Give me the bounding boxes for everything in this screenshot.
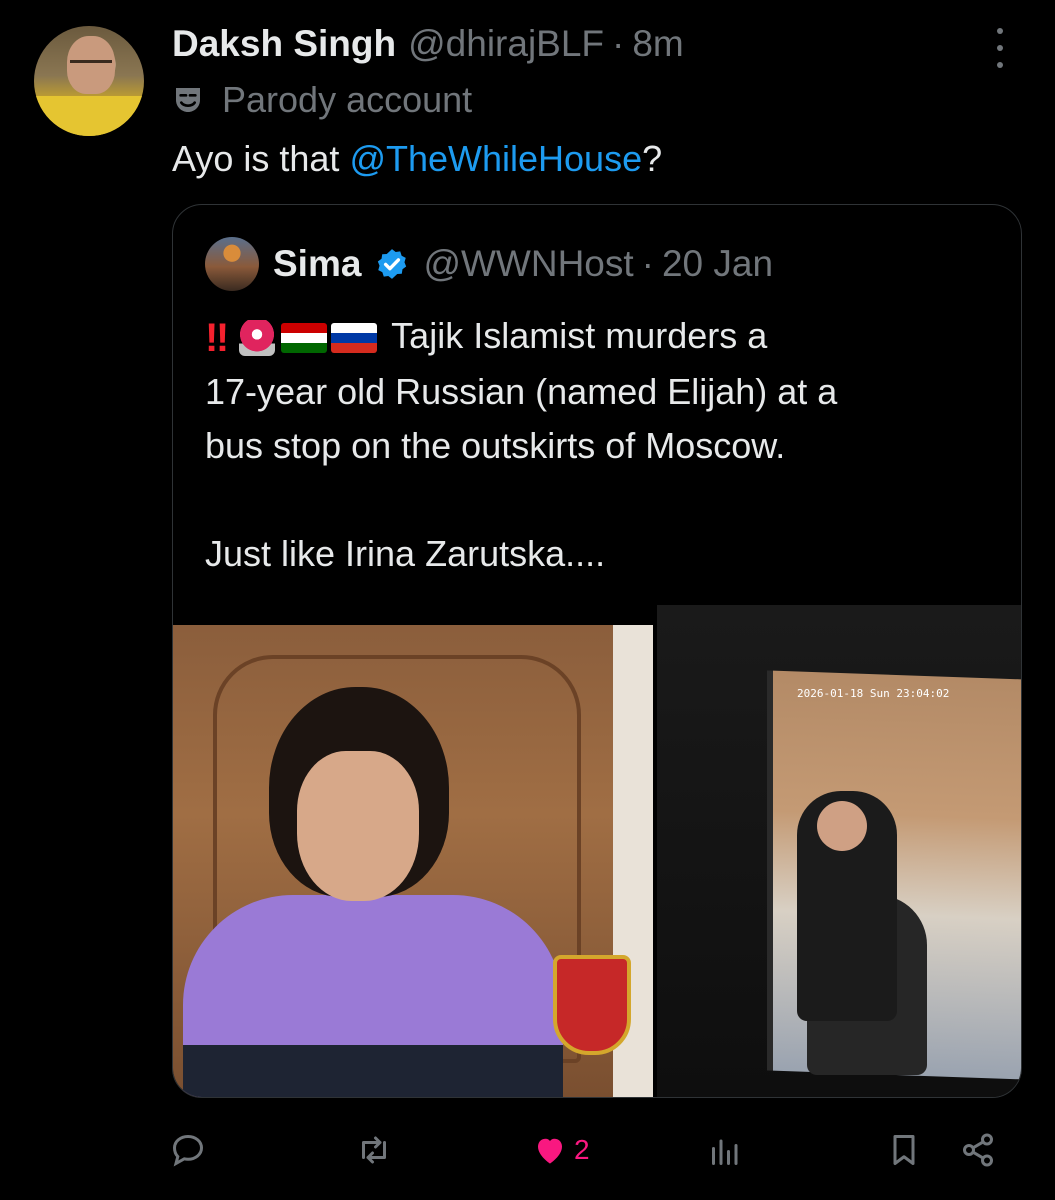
quoted-header: Sima @WWNHost · 20 Jan [273,239,773,289]
reply-icon [172,1134,204,1167]
quoted-text: ‼ Tajik Islamist murders a 17-year old R… [205,309,995,581]
verified-badge-icon [378,249,407,279]
emoji-group: ‼ [205,311,381,365]
share-button[interactable] [960,1128,996,1172]
quoted-tweet[interactable]: Sima @WWNHost · 20 Jan ‼ Tajik Islamist … [172,204,1022,1098]
bookmark-icon [893,1135,915,1165]
avatar-glasses [70,60,112,71]
like-button[interactable]: 2 [532,1128,590,1172]
quoted-line-1-text: Tajik Islamist murders a [391,315,768,356]
quoted-separator: · [641,243,654,284]
cctv-timestamp: 2026-01-18 Sun 23:04:02 [797,687,950,700]
heart-icon [538,1138,562,1164]
author-name[interactable]: Daksh Singh [172,23,396,65]
separator-dot: · [612,23,625,64]
avatar[interactable] [34,26,144,136]
reply-button[interactable] [170,1128,206,1172]
share-icon [963,1133,993,1167]
author-handle[interactable]: @dhirajBLF [408,23,604,65]
mention-link[interactable]: @TheWhileHouse [349,138,642,179]
emblem-icon [553,955,631,1055]
tweet-header: Daksh Singh @dhirajBLF · 8m [172,20,684,68]
quoted-line-3: bus stop on the outskirts of Moscow. [205,425,786,467]
parody-label: Parody account [172,78,472,122]
quoted-avatar[interactable] [205,237,259,291]
avatar-shirt [34,96,144,136]
quoted-author-handle[interactable]: @WWNHost [423,243,633,285]
double-exclamation-icon: ‼ [205,316,229,361]
bookmark-button[interactable] [886,1128,922,1172]
repost-button[interactable] [356,1128,392,1172]
media-image-right[interactable]: 2026-01-18 Sun 23:04:02 [657,605,1021,1097]
views-button[interactable] [706,1128,742,1172]
parody-label-text: Parody account [222,79,473,120]
quoted-time[interactable]: 20 Jan [662,243,773,285]
quoted-line-4: Just like Irina Zarutska.... [205,533,606,575]
action-bar: 2 [0,1120,1055,1180]
quoted-line-2: 17-year old Russian (named Elijah) at a [205,371,838,413]
like-count: 2 [574,1134,590,1165]
russia-flag-icon [331,323,378,354]
tweet-text-prefix: Ayo is that [172,138,350,179]
quoted-author-name[interactable]: Sima [273,243,361,285]
tweet-text-suffix: ? [642,138,663,179]
views-icon [712,1139,738,1165]
siren-icon [239,320,276,357]
quoted-media[interactable]: 2026-01-18 Sun 23:04:02 [173,605,1021,1097]
tweet: Daksh Singh @dhirajBLF · 8m Parody accou… [0,0,1055,1200]
tajikistan-flag-icon [281,323,328,354]
quoted-line-1: ‼ Tajik Islamist murders a [205,309,995,365]
sweater-stripe [183,1045,563,1097]
figure-face [817,801,867,851]
repost-icon [362,1136,386,1164]
theater-mask-icon [176,88,200,112]
media-image-left[interactable] [173,625,653,1097]
more-dots-icon[interactable] [988,28,1012,68]
face [297,751,419,901]
tweet-text: Ayo is that @TheWhileHouse? [172,138,662,180]
tweet-time[interactable]: 8m [632,23,683,65]
